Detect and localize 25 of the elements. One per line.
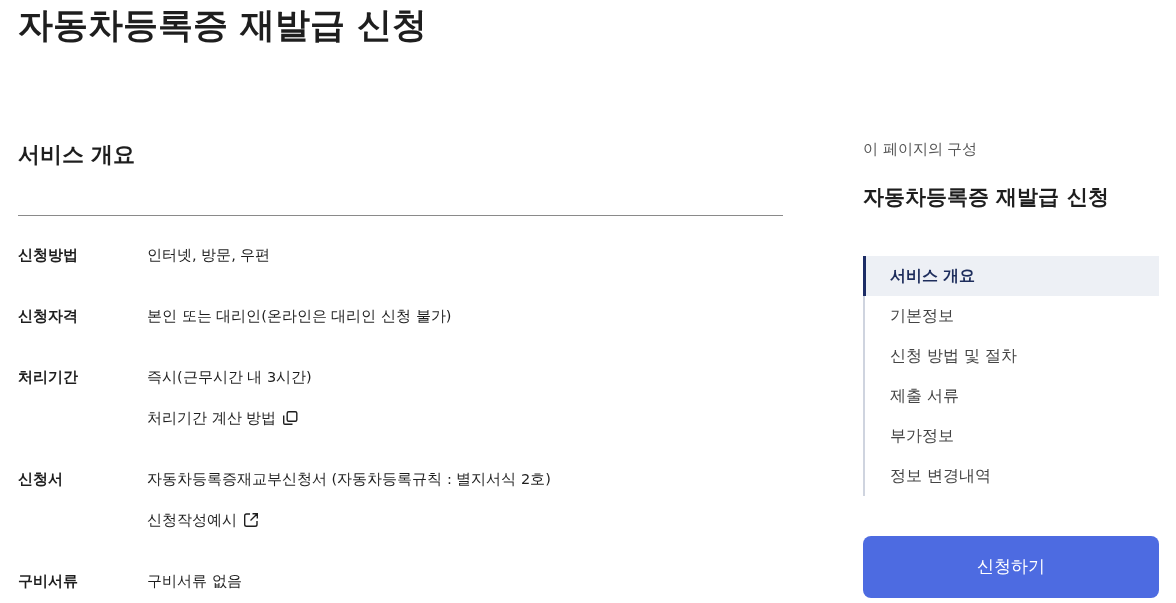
field-label: 구비서류 xyxy=(18,572,79,591)
field-label: 신청방법 xyxy=(18,246,79,265)
toc-item[interactable]: 서비스 개요 xyxy=(863,256,1159,296)
field-label: 처리기간 xyxy=(18,368,79,387)
copy-icon xyxy=(282,410,299,426)
toc-title: 자동차등록증 재발급 신청 xyxy=(863,184,1110,211)
field-label: 신청자격 xyxy=(18,307,79,326)
external-link-icon xyxy=(243,512,259,528)
apply-button[interactable]: 신청하기 xyxy=(863,536,1159,598)
toc-caption: 이 페이지의 구성 xyxy=(863,140,979,159)
example-link[interactable]: 신청작성예시 xyxy=(147,508,259,532)
toc-item[interactable]: 신청 방법 및 절차 xyxy=(863,336,1159,376)
field-value: 자동차등록증재교부신청서 (자동차등록규칙 : 별지서식 2호) xyxy=(147,470,551,489)
section-heading: 서비스 개요 xyxy=(18,141,137,169)
field-value: 즉시(근무시간 내 3시간) xyxy=(147,368,312,387)
calculation-link[interactable]: 처리기간 계산 방법 xyxy=(147,406,299,430)
field-label: 신청서 xyxy=(18,470,64,489)
toc-item[interactable]: 제출 서류 xyxy=(863,376,1159,416)
toc-item[interactable]: 기본정보 xyxy=(863,296,1159,336)
toc-item[interactable]: 정보 변경내역 xyxy=(863,456,1159,496)
field-value: 인터넷, 방문, 우편 xyxy=(147,246,271,265)
page-title: 자동차등록증 재발급 신청 xyxy=(18,4,428,47)
field-value: 본인 또는 대리인(온라인은 대리인 신청 불가) xyxy=(147,307,452,326)
toc-item[interactable]: 부가정보 xyxy=(863,416,1159,456)
field-value: 구비서류 없음 xyxy=(147,572,242,591)
